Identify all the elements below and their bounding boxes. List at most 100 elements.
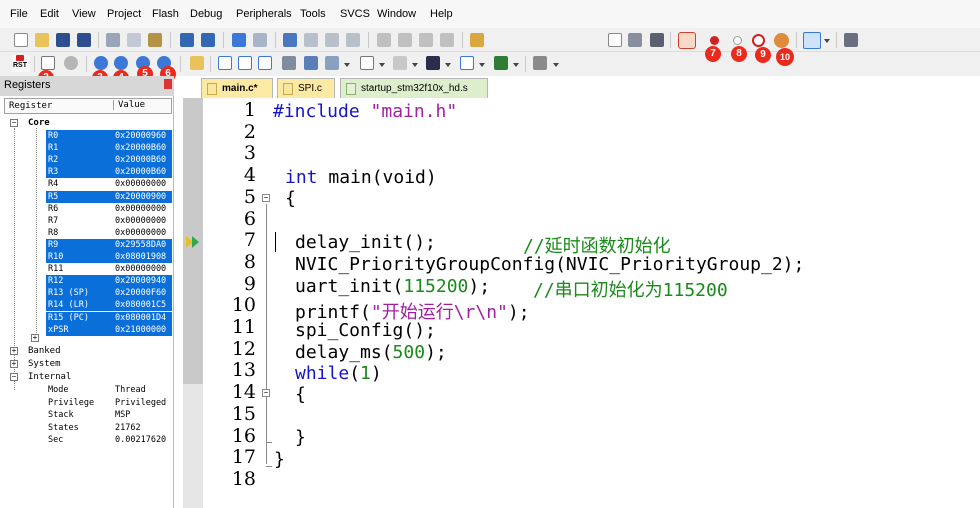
insert-breakpoint-icon[interactable] (710, 36, 719, 45)
navigate-forward-icon[interactable] (253, 33, 267, 47)
disable-breakpoints-icon[interactable] (752, 34, 765, 47)
register-value[interactable]: 0x20000960 (115, 130, 166, 142)
internal-row[interactable]: Privilege Privileged (46, 397, 172, 409)
code-line-5[interactable]: { (285, 188, 296, 209)
code-line-11[interactable]: spi_Config(); (295, 320, 436, 341)
tree-core[interactable]: Core (28, 117, 50, 129)
toolbox-icon[interactable] (533, 56, 547, 70)
internal-row[interactable]: Sec 0.00217620 (46, 434, 172, 446)
register-value[interactable]: 0x080001C5 (115, 299, 166, 311)
menu-file[interactable]: File (10, 8, 28, 20)
menu-help[interactable]: Help (430, 8, 453, 20)
menu-peripherals[interactable]: Peripherals (236, 8, 292, 20)
next-bookmark-icon[interactable] (325, 33, 339, 47)
new-file-icon[interactable] (14, 33, 28, 47)
save-icon[interactable] (56, 33, 70, 47)
menu-window[interactable]: Window (377, 8, 416, 20)
code-line-16[interactable]: } (295, 427, 306, 448)
step-into-icon[interactable] (94, 56, 108, 70)
code-line-13[interactable]: while(1) (295, 363, 382, 384)
tree-system[interactable]: System (28, 358, 61, 370)
menu-tools[interactable]: Tools (300, 8, 326, 20)
register-value[interactable]: 0x29558DA0 (115, 239, 166, 251)
register-row[interactable]: R9 0x29558DA0 (46, 238, 172, 251)
target-select-icon[interactable] (608, 33, 622, 47)
code-line-8[interactable]: NVIC_PriorityGroupConfig(NVIC_PriorityGr… (295, 254, 804, 275)
code-line-4[interactable]: int main(void) (285, 167, 437, 188)
internal-row[interactable]: Stack MSP (46, 409, 172, 421)
close-icon[interactable] (164, 79, 172, 89)
code-line-17[interactable]: } (274, 449, 285, 470)
chevron-down-icon[interactable] (445, 63, 451, 67)
undo-icon[interactable] (180, 33, 194, 47)
enable-breakpoint-icon[interactable] (733, 36, 742, 45)
register-row[interactable]: R2 0x20000B60 (46, 154, 172, 167)
symbols-window-icon[interactable] (258, 56, 272, 70)
save-all-icon[interactable] (77, 33, 91, 47)
menu-project[interactable]: Project (107, 8, 141, 20)
expand-icon[interactable]: + (31, 334, 39, 342)
register-value[interactable]: 0x20000900 (115, 191, 166, 203)
code-line-9[interactable]: uart_init(115200); //串口初始化为115200 (295, 276, 728, 301)
system-viewer-icon[interactable] (494, 56, 508, 70)
disassembly-window-icon[interactable] (238, 56, 252, 70)
register-row[interactable]: R3 0x20000B60 (46, 166, 172, 179)
chevron-down-icon[interactable] (479, 63, 485, 67)
code-line-12[interactable]: delay_ms(500); (295, 342, 447, 363)
register-row[interactable]: R7 0x00000000 (46, 215, 172, 227)
code-line-1[interactable]: #include "main.h" (273, 101, 457, 122)
tab-main-c[interactable]: main.c* (201, 78, 273, 98)
debug-session-icon[interactable] (678, 32, 696, 49)
register-value[interactable]: 0x20000F60 (115, 287, 166, 299)
chevron-down-icon[interactable] (412, 63, 418, 67)
tab-startup[interactable]: startup_stm32f10x_hd.s (340, 78, 488, 98)
watch-window-icon[interactable] (325, 56, 339, 70)
register-row[interactable]: R14 (LR) 0x080001C5 (46, 299, 172, 312)
register-row[interactable]: xPSR 0x21000000 (46, 323, 172, 336)
collapse-icon[interactable]: − (10, 119, 18, 127)
open-file-icon[interactable] (35, 33, 49, 47)
bookmark-icon[interactable] (283, 33, 297, 47)
register-value[interactable]: 0x00000000 (115, 263, 166, 275)
register-value[interactable]: 0x00000000 (115, 227, 166, 239)
register-row[interactable]: R5 0x20000900 (46, 190, 172, 203)
register-row[interactable]: R8 0x00000000 (46, 227, 172, 239)
clear-bookmarks-icon[interactable] (346, 33, 360, 47)
fold-icon[interactable]: − (262, 389, 270, 397)
configure-icon[interactable] (650, 33, 664, 47)
paste-icon[interactable] (148, 33, 162, 47)
menu-debug[interactable]: Debug (190, 8, 222, 20)
internal-row[interactable]: Mode Thread (46, 384, 172, 396)
fold-icon[interactable]: − (262, 194, 270, 202)
code-line-7[interactable]: delay_init();//延时函数初始化 (295, 232, 671, 257)
chevron-down-icon[interactable] (379, 63, 385, 67)
register-row[interactable]: R11 0x00000000 (46, 263, 172, 275)
memory-window-icon[interactable] (360, 56, 374, 70)
menu-svcs[interactable]: SVCS (340, 8, 370, 20)
call-stack-icon[interactable] (304, 56, 318, 70)
chevron-down-icon[interactable] (513, 63, 519, 67)
navigate-back-icon[interactable] (232, 33, 246, 47)
window-layout-icon[interactable] (803, 32, 821, 49)
serial-window-icon[interactable] (393, 56, 407, 70)
indent-icon[interactable] (377, 33, 391, 47)
chevron-down-icon[interactable] (344, 63, 350, 67)
uncomment-icon[interactable] (440, 33, 454, 47)
register-value[interactable]: 0x080001D4 (115, 312, 166, 324)
find-icon[interactable] (628, 33, 642, 47)
kill-breakpoints-icon[interactable] (774, 33, 789, 48)
stop-icon[interactable] (64, 56, 78, 70)
register-value[interactable]: 0x20000B60 (115, 166, 166, 178)
cut-icon[interactable] (106, 33, 120, 47)
tab-spi-c[interactable]: SPI.c (277, 78, 335, 98)
expand-icon[interactable]: + (10, 347, 18, 355)
expand-icon[interactable]: + (10, 360, 18, 368)
register-value[interactable]: 0x00000000 (115, 178, 166, 190)
chevron-down-icon[interactable] (824, 39, 830, 43)
prev-bookmark-icon[interactable] (304, 33, 318, 47)
find-in-files-icon[interactable] (470, 33, 484, 47)
menu-edit[interactable]: Edit (40, 8, 59, 20)
tree-banked[interactable]: Banked (28, 345, 61, 357)
menu-view[interactable]: View (72, 8, 96, 20)
register-value[interactable]: 0x21000000 (115, 324, 166, 336)
